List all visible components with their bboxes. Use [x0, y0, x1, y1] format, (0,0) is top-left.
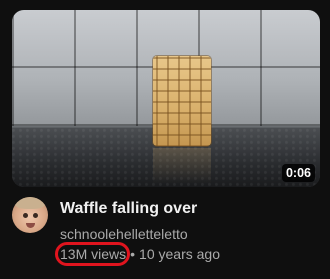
waffle-reflection [153, 148, 211, 184]
duration-badge: 0:06 [281, 164, 315, 182]
channel-name[interactable]: schnoolehelletteletto [60, 225, 188, 243]
video-thumbnail[interactable]: 0:06 [12, 10, 320, 187]
view-count: 13M views [60, 246, 127, 262]
video-card[interactable]: 0:06 Waffle falling over schnoolehellett… [0, 0, 330, 279]
video-title[interactable]: Waffle falling over [60, 199, 318, 219]
channel-avatar[interactable] [12, 197, 48, 233]
stats-separator: • [130, 246, 136, 262]
thumbnail-scene [12, 10, 320, 187]
video-stats: 13M views • 10 years ago [60, 245, 220, 263]
upload-age: 10 years ago [139, 246, 220, 262]
waffle-image [153, 56, 211, 146]
